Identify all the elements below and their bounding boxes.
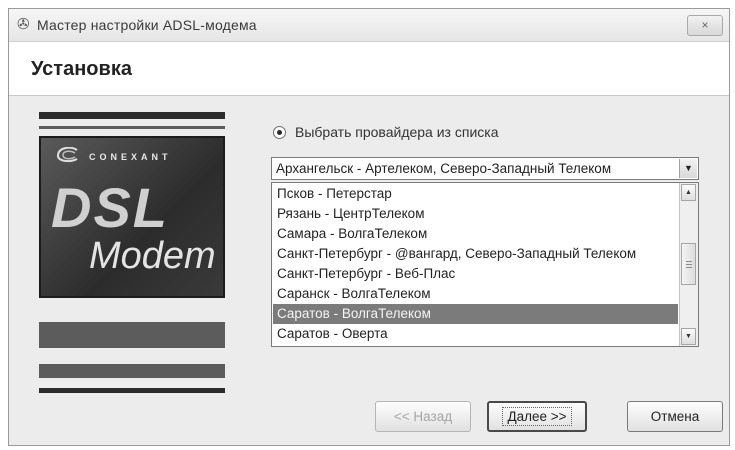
next-button-label: Далее >>	[502, 407, 572, 426]
combobox-value: Архангельск - Артелеком, Северо-Западный…	[276, 161, 612, 176]
list-item[interactable]: Самара - ВолгаТелеком	[273, 224, 678, 244]
list-item-selected[interactable]: Саратов - ВолгаТелеком	[273, 304, 678, 324]
scroll-up-icon[interactable]: ▲	[681, 184, 696, 201]
grip-line	[686, 267, 692, 268]
chevron-down-icon[interactable]: ▼	[679, 159, 697, 178]
wizard-window: ✇ Мастер настройки ADSL-модема × Установ…	[8, 8, 730, 446]
conexant-swoosh-icon	[57, 147, 78, 163]
list-item[interactable]: Санкт-Петербург - @вангард, Северо-Запад…	[273, 244, 678, 264]
title-bar[interactable]: ✇ Мастер настройки ADSL-модема ×	[9, 9, 729, 42]
close-button[interactable]: ×	[687, 15, 723, 36]
cancel-button[interactable]: Отмена	[627, 401, 723, 432]
decor-bar-top	[39, 112, 225, 119]
decor-bar-lower	[39, 364, 225, 378]
logo-brand: CONEXANT	[89, 152, 172, 162]
logo-dsl-text: DSL	[51, 176, 169, 239]
radio-label: Выбрать провайдера из списка	[295, 124, 499, 140]
list-item[interactable]: Саратов - Оверта	[273, 324, 678, 344]
scrollbar-thumb[interactable]	[681, 243, 696, 285]
back-button[interactable]: << Назад	[375, 401, 471, 432]
grip-line	[686, 261, 692, 262]
decor-bar-bottom	[39, 388, 225, 393]
decor-bar-middle	[39, 322, 225, 348]
decor-bar-thin	[39, 126, 225, 129]
provider-list[interactable]: Псков - Петерстар Рязань - ЦентрТелеком …	[271, 182, 699, 347]
conexant-dsl-logo: CONEXANT DSL Modem	[39, 136, 225, 298]
scroll-down-icon[interactable]: ▼	[681, 328, 696, 345]
wizard-header: Установка	[9, 42, 729, 96]
wizard-icon: ✇	[17, 16, 30, 33]
window-title: Мастер настройки ADSL-модема	[37, 17, 257, 33]
grip-line	[686, 264, 692, 265]
radio-button-selected[interactable]	[273, 126, 286, 139]
provider-combobox[interactable]: Архангельск - Артелеком, Северо-Западный…	[271, 157, 699, 180]
list-item[interactable]: Рязань - ЦентрТелеком	[273, 204, 678, 224]
logo-modem-text: Modem	[89, 235, 216, 277]
list-scrollbar[interactable]: ▲ ▼	[679, 183, 698, 346]
close-icon: ×	[701, 18, 709, 32]
next-button[interactable]: Далее >>	[487, 401, 587, 432]
wizard-body: CONEXANT DSL Modem Выбрать провайдера из…	[9, 96, 729, 445]
list-item[interactable]: Саранск - ВолгаТелеком	[273, 284, 678, 304]
page-title: Установка	[31, 58, 132, 80]
list-item[interactable]: Псков - Петерстар	[273, 184, 678, 204]
list-item[interactable]: Санкт-Петербург - Веб-Плас	[273, 264, 678, 284]
